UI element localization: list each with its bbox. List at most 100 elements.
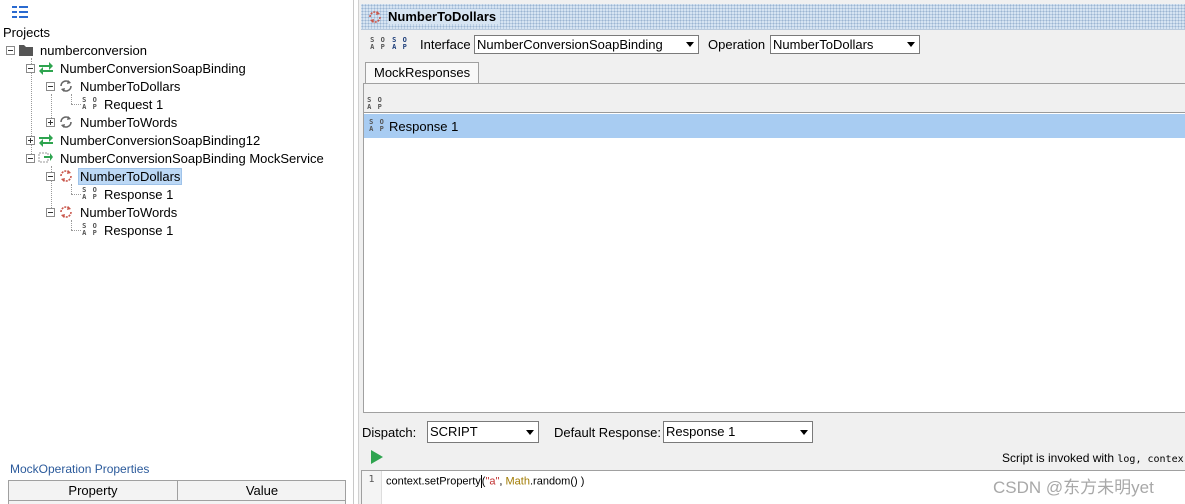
tree-item-label: NumberToWords bbox=[80, 204, 178, 220]
tree-item-request[interactable]: S OA P Request 1 bbox=[82, 95, 165, 113]
interface-label: Interface bbox=[420, 37, 471, 52]
soap-request-icon: S OA P bbox=[82, 96, 98, 111]
code-string: "a" bbox=[485, 475, 500, 488]
dispatch-label: Dispatch: bbox=[362, 425, 417, 440]
interface-arrows-icon bbox=[39, 134, 53, 147]
interface-select[interactable]: NumberConversionSoapBinding bbox=[474, 35, 699, 54]
responses-toolbar: S OA P bbox=[367, 90, 387, 112]
properties-panel-title[interactable]: MockOperation Properties bbox=[10, 462, 149, 476]
watermark: CSDN @东方未明yet bbox=[993, 478, 1154, 497]
tree-item-label: Response 1 bbox=[104, 222, 174, 238]
navigator-panel: Projects numberconversion NumberConversi… bbox=[0, 0, 354, 504]
response-list-item[interactable]: S OA P Response 1 bbox=[364, 114, 1185, 138]
tree-item-interface[interactable]: NumberConversionSoapBinding12 bbox=[26, 131, 262, 149]
soap-response-icon: S OA P bbox=[369, 118, 385, 133]
operation-cycle-icon bbox=[60, 116, 72, 128]
navigator-toolbar bbox=[0, 0, 354, 24]
tree-line bbox=[71, 194, 81, 195]
tab-mockresponses[interactable]: MockResponses bbox=[365, 62, 480, 84]
tree-item-label: NumberConversionSoapBinding12 bbox=[60, 132, 261, 148]
expand-toggle[interactable] bbox=[26, 135, 35, 145]
tree-item-mock-response[interactable]: S OA P Response 1 bbox=[82, 221, 175, 239]
script-toolbar: Script is invoked with log, contex bbox=[361, 448, 1185, 468]
tree-line bbox=[71, 220, 72, 230]
collapse-toggle[interactable] bbox=[46, 81, 55, 91]
tree-item-mock-operation[interactable]: NumberToWords bbox=[46, 203, 179, 221]
code-line[interactable]: context.setProperty("a", Math.random() ) bbox=[386, 475, 584, 488]
projects-label: Projects bbox=[3, 25, 50, 40]
tree-line bbox=[71, 184, 72, 194]
dispatch-row: Dispatch: SCRIPT Default Response: Respo… bbox=[361, 421, 1185, 443]
soap-icon[interactable]: S OA P bbox=[370, 36, 386, 52]
tree-item-mockservice[interactable]: NumberConversionSoapBinding MockService bbox=[26, 149, 326, 167]
dispatch-select-value: SCRIPT bbox=[430, 424, 478, 439]
interface-arrows-icon bbox=[39, 62, 53, 75]
default-response-label: Default Response: bbox=[554, 425, 661, 440]
collapse-toggle[interactable] bbox=[26, 153, 35, 163]
code-class: Math bbox=[505, 475, 530, 488]
column-header-value[interactable]: Value bbox=[178, 481, 346, 501]
run-script-icon[interactable] bbox=[371, 450, 383, 464]
dropdown-arrow-icon bbox=[686, 42, 694, 47]
script-info: Script is invoked with log, contex bbox=[1002, 451, 1184, 465]
operation-cycle-icon bbox=[60, 80, 72, 92]
tree-item-operation[interactable]: NumberToDollars bbox=[46, 77, 182, 95]
line-number: 1 bbox=[362, 471, 382, 504]
tree-item-label-selected: NumberToDollars bbox=[78, 167, 183, 185]
new-response-icon[interactable]: S OA P bbox=[367, 96, 383, 112]
tab-content: S OA P S OA P Response 1 bbox=[363, 83, 1185, 413]
mock-operation-editor: NumberToDollars S OA P S OA P Interface … bbox=[358, 0, 1185, 504]
tree-item-operation[interactable]: NumberToWords bbox=[46, 113, 179, 131]
default-response-select-value: Response 1 bbox=[666, 424, 736, 439]
soap-response-icon: S OA P bbox=[82, 186, 98, 201]
editor-title-bar: NumberToDollars bbox=[361, 4, 1185, 30]
collapse-toggle[interactable] bbox=[46, 207, 55, 217]
script-info-prefix: Script is invoked with bbox=[1002, 451, 1115, 465]
response-item-label: Response 1 bbox=[389, 118, 459, 134]
tree-line bbox=[71, 94, 72, 104]
mock-operation-icon bbox=[60, 170, 72, 182]
mock-operation-icon bbox=[60, 206, 72, 218]
operation-select-value: NumberToDollars bbox=[773, 37, 874, 52]
tree-item-label: NumberConversionSoapBinding MockService bbox=[60, 150, 324, 166]
tree-item-label: NumberToDollars bbox=[80, 78, 181, 94]
script-info-vars: log, contex bbox=[1117, 454, 1184, 465]
code-token: .random bbox=[529, 475, 571, 488]
operation-select[interactable]: NumberToDollars bbox=[770, 35, 920, 54]
default-response-select[interactable]: Response 1 bbox=[663, 421, 813, 443]
dispatch-select[interactable]: SCRIPT bbox=[427, 421, 539, 443]
tree-item-label: NumberToWords bbox=[80, 114, 178, 130]
interface-select-value: NumberConversionSoapBinding bbox=[477, 37, 663, 52]
tree-item-label: Response 1 bbox=[104, 186, 174, 202]
collapse-toggle[interactable] bbox=[6, 45, 15, 55]
dropdown-arrow-icon bbox=[907, 42, 915, 47]
tree-item-label: numberconversion bbox=[40, 42, 147, 58]
tree-item-mock-response[interactable]: S OA P Response 1 bbox=[82, 185, 175, 203]
editor-title: NumberToDollars bbox=[388, 9, 501, 24]
tree-line bbox=[71, 230, 81, 231]
collapse-toggle[interactable] bbox=[46, 171, 55, 181]
tree-item-project[interactable]: numberconversion bbox=[6, 41, 149, 59]
expand-toggle[interactable] bbox=[46, 117, 55, 127]
tree-line bbox=[71, 104, 81, 105]
column-header-property[interactable]: Property bbox=[9, 481, 178, 501]
folder-icon bbox=[19, 45, 33, 56]
mock-operation-icon bbox=[369, 11, 381, 23]
code-token: context.setProperty bbox=[386, 475, 481, 488]
editor-toolbar: S OA P S OA P Interface NumberConversion… bbox=[361, 33, 1185, 55]
dropdown-arrow-icon bbox=[526, 430, 534, 435]
tree-item-label: NumberConversionSoapBinding bbox=[60, 60, 246, 76]
soap-response-icon: S OA P bbox=[82, 222, 98, 237]
tree-item-label: Request 1 bbox=[104, 96, 164, 112]
responses-list: S OA P Response 1 bbox=[364, 112, 1185, 412]
collapse-toggle[interactable] bbox=[26, 63, 35, 73]
soap-icon[interactable]: S OA P bbox=[392, 36, 408, 52]
code-token: () ) bbox=[570, 475, 585, 488]
dropdown-arrow-icon bbox=[800, 430, 808, 435]
tabs-area: MockResponses S OA P S OA P Response 1 bbox=[363, 59, 1185, 413]
operation-label: Operation bbox=[708, 37, 766, 52]
tree-item-mock-operation[interactable]: NumberToDollars bbox=[46, 167, 183, 185]
properties-first-row bbox=[8, 500, 346, 504]
tree-view-icon[interactable] bbox=[12, 5, 28, 19]
tree-item-interface[interactable]: NumberConversionSoapBinding bbox=[26, 59, 248, 77]
